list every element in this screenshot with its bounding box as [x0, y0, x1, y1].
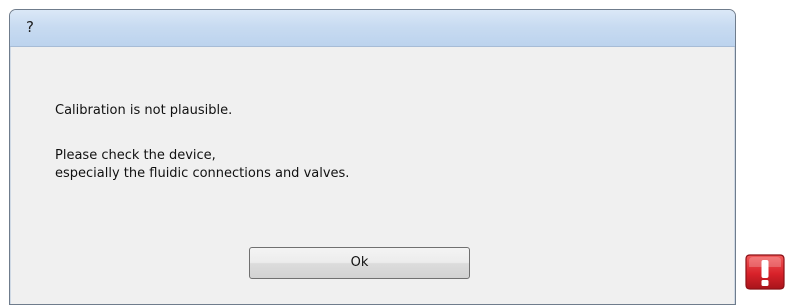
dialog-titlebar[interactable]: ? — [10, 10, 735, 47]
message-line-3: especially the fluidic connections and v… — [55, 166, 350, 181]
warning-exclamation-icon — [745, 254, 785, 290]
message-dialog: ? Calibration is not plausible. Please c… — [9, 9, 736, 305]
message-line-1: Calibration is not plausible. — [55, 103, 233, 118]
screen: ? Calibration is not plausible. Please c… — [0, 0, 799, 307]
dialog-title: ? — [26, 18, 34, 36]
ok-button[interactable]: Ok — [249, 247, 470, 279]
dialog-body: Calibration is not plausible. Please che… — [10, 47, 735, 304]
message-line-2: Please check the device, — [55, 148, 216, 163]
